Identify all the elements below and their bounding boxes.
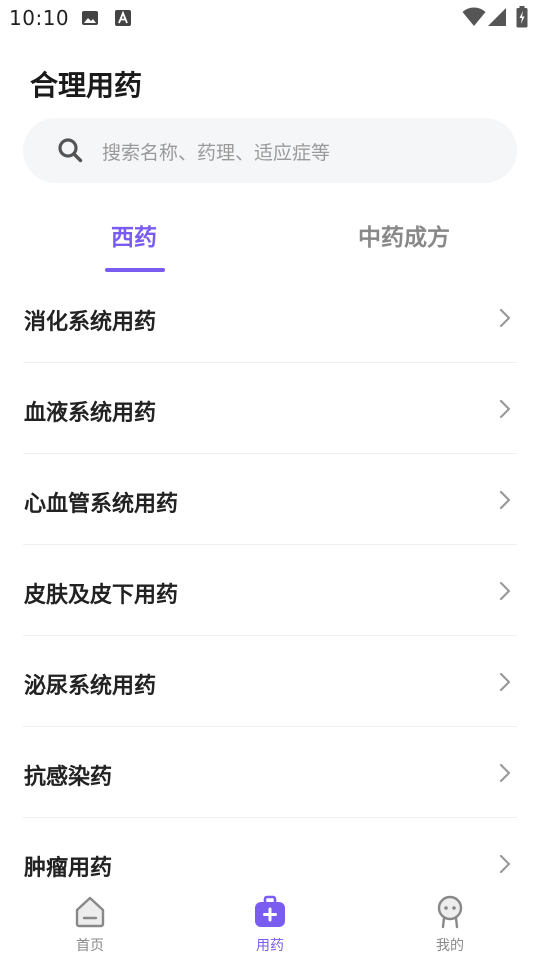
signal-icon xyxy=(487,7,507,31)
list-item[interactable]: 肿瘤用药 xyxy=(23,818,517,880)
list-item[interactable]: 抗感染药 xyxy=(23,727,517,818)
tab-chinese-patent-medicine[interactable]: 中药成方 xyxy=(358,218,450,252)
list-item-label: 肿瘤用药 xyxy=(24,856,113,880)
search-placeholder: 搜索名称、药理、适应症等 xyxy=(102,142,331,164)
home-icon xyxy=(73,895,107,933)
list-item-label: 抗感染药 xyxy=(24,765,113,790)
search-input[interactable]: 搜索名称、药理、适应症等 xyxy=(23,118,517,183)
search-icon xyxy=(57,137,83,167)
list-item[interactable]: 泌尿系统用药 xyxy=(23,636,517,727)
list-item[interactable]: 消化系统用药 xyxy=(23,272,517,363)
status-time: 10:10 xyxy=(9,6,70,30)
font-icon xyxy=(114,9,132,31)
battery-charging-icon xyxy=(516,6,528,32)
category-list[interactable]: 消化系统用药 血液系统用药 心血管系统用药 皮肤及皮下用药 泌尿系统用药 抗感染… xyxy=(23,272,517,880)
list-item-label: 消化系统用药 xyxy=(24,310,157,335)
list-item-label: 泌尿系统用药 xyxy=(24,674,157,699)
chevron-right-icon xyxy=(499,581,511,605)
page-title: 合理用药 xyxy=(30,69,143,102)
chevron-right-icon xyxy=(499,399,511,423)
chevron-right-icon xyxy=(499,672,511,696)
chevron-right-icon xyxy=(499,308,511,332)
nav-medicine-button[interactable]: 用药 xyxy=(210,880,330,960)
list-item[interactable]: 心血管系统用药 xyxy=(23,454,517,545)
nav-home-button[interactable]: 首页 xyxy=(30,880,150,960)
list-item-label: 皮肤及皮下用药 xyxy=(24,583,179,608)
chevron-right-icon xyxy=(499,854,511,878)
list-item-label: 心血管系统用药 xyxy=(24,492,179,517)
nav-home-label: 首页 xyxy=(76,938,104,954)
tab-western-medicine[interactable]: 西药 xyxy=(111,218,157,252)
chevron-right-icon xyxy=(499,490,511,514)
profile-icon xyxy=(433,895,467,933)
chevron-right-icon xyxy=(499,763,511,787)
wifi-icon xyxy=(462,7,486,31)
nav-profile-label: 我的 xyxy=(436,938,464,954)
image-icon xyxy=(81,9,99,31)
list-item[interactable]: 血液系统用药 xyxy=(23,363,517,454)
bottom-navigation: 首页 用药 我的 xyxy=(0,880,540,960)
nav-medicine-label: 用药 xyxy=(256,938,284,954)
medicine-kit-icon xyxy=(253,895,287,933)
list-item-label: 血液系统用药 xyxy=(24,401,157,426)
list-item[interactable]: 皮肤及皮下用药 xyxy=(23,545,517,636)
nav-profile-button[interactable]: 我的 xyxy=(390,880,510,960)
status-bar: 10:10 xyxy=(0,0,540,36)
